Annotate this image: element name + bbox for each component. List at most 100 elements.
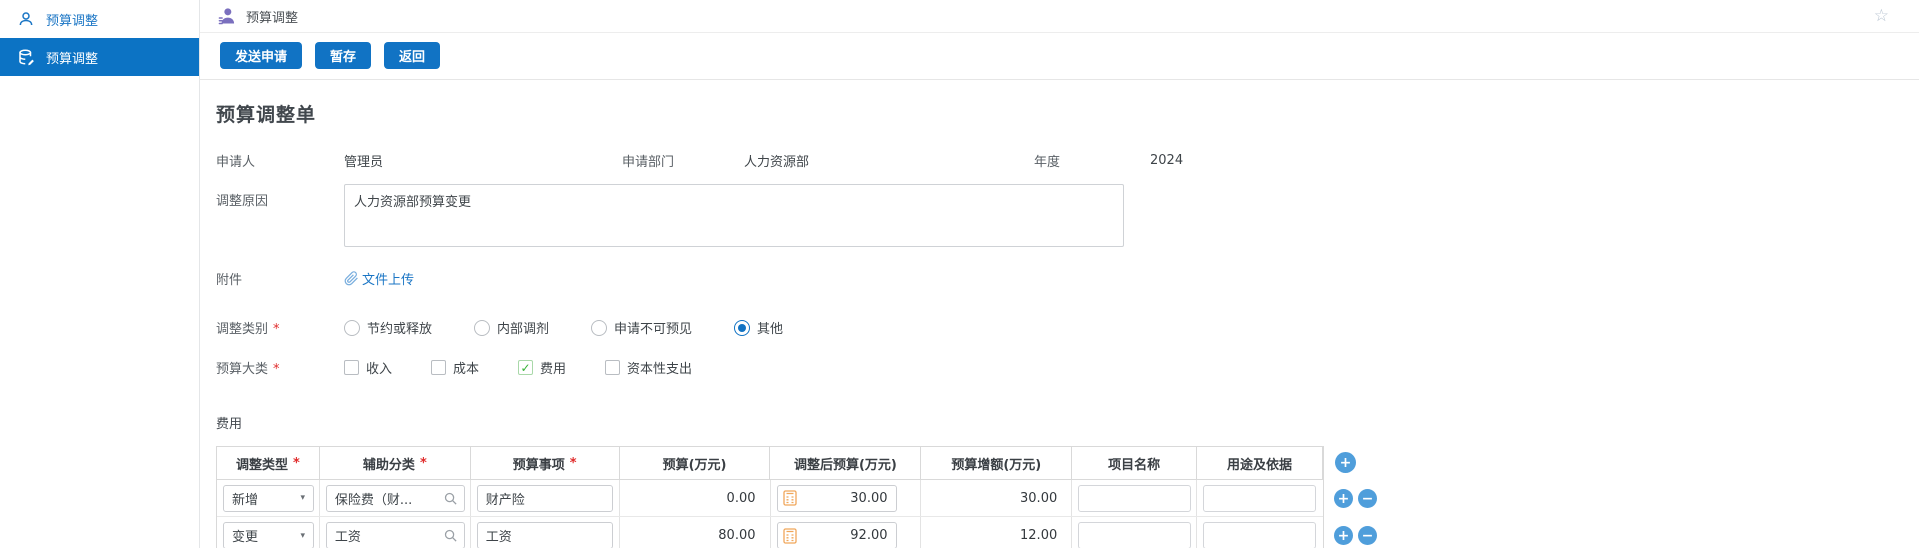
col-header-adjust-type: 调整类型* bbox=[217, 447, 320, 479]
adjusted-budget-field bbox=[777, 485, 897, 512]
purpose-input[interactable] bbox=[1204, 486, 1315, 511]
calculator-icon[interactable] bbox=[783, 528, 797, 544]
budget-cell: 0.00 bbox=[620, 480, 771, 516]
paperclip-icon bbox=[344, 271, 359, 286]
checkbox-option-capital-expenditure[interactable]: 资本性支出 bbox=[605, 358, 692, 377]
sidebar-item-budget-adjust-1[interactable]: 预算调整 bbox=[0, 0, 199, 38]
applicant-value: 管理员 bbox=[344, 151, 622, 170]
toolbar: 发送申请 暂存 返回 bbox=[200, 33, 1919, 80]
radio-label: 内部调剂 bbox=[497, 318, 549, 337]
increase-cell: 30.00 bbox=[921, 480, 1072, 516]
radio-icon bbox=[474, 320, 490, 336]
checkbox-icon bbox=[344, 360, 359, 375]
col-header-budget: 预算(万元) bbox=[620, 447, 771, 479]
adjust-category-row: 调整类别* 节约或释放 内部调剂 申请不可预见 其他 bbox=[216, 318, 1919, 337]
page: 预算调整 预算调整 bbox=[0, 0, 1919, 548]
project-name-input[interactable] bbox=[1079, 486, 1190, 511]
adjust-type-select[interactable]: 变更 ▾ bbox=[223, 522, 314, 548]
add-row-button[interactable]: + bbox=[1335, 452, 1356, 473]
table-header-row: 调整类型* 辅助分类* 预算事项* 预算(万元) 调整后预算(万元) 预算增额(… bbox=[217, 447, 1323, 480]
purpose-input[interactable] bbox=[1204, 523, 1315, 548]
chevron-down-icon: ▾ bbox=[300, 531, 305, 541]
year-label: 年度 bbox=[1034, 151, 1150, 170]
project-name-field bbox=[1078, 522, 1191, 548]
radio-label: 申请不可预见 bbox=[614, 318, 692, 337]
applicant-label: 申请人 bbox=[216, 151, 344, 170]
form-content: 预算调整单 申请人 管理员 申请部门 人力资源部 年度 2024 调整原因 人力… bbox=[200, 80, 1919, 548]
radio-label: 节约或释放 bbox=[367, 318, 432, 337]
row-remove-button[interactable]: − bbox=[1358, 489, 1377, 508]
save-draft-button[interactable]: 暂存 bbox=[315, 42, 371, 69]
checkbox-icon bbox=[605, 360, 620, 375]
file-upload-link[interactable]: 文件上传 bbox=[344, 269, 414, 288]
table-row: 新增 ▾ bbox=[217, 480, 1323, 517]
row-add-button[interactable]: + bbox=[1334, 489, 1353, 508]
purpose-field bbox=[1203, 522, 1316, 548]
aux-category-input[interactable] bbox=[335, 528, 443, 543]
col-header-adjusted-budget: 调整后预算(万元) bbox=[770, 447, 921, 479]
person-icon bbox=[217, 6, 237, 26]
aux-category-input[interactable] bbox=[335, 491, 443, 506]
checkbox-option-income[interactable]: 收入 bbox=[344, 358, 392, 377]
attachment-row: 附件 文件上传 bbox=[216, 269, 1919, 288]
col-header-project-name: 项目名称 bbox=[1072, 447, 1197, 479]
purpose-field bbox=[1203, 485, 1316, 512]
header-fields-row: 申请人 管理员 申请部门 人力资源部 年度 2024 bbox=[216, 151, 1919, 170]
form-title: 预算调整单 bbox=[216, 100, 1919, 127]
checkbox-option-expense[interactable]: ✓ 费用 bbox=[518, 358, 566, 377]
reason-textarea[interactable]: 人力资源部预算变更 bbox=[344, 184, 1124, 247]
required-mark: * bbox=[293, 456, 300, 471]
reason-row: 调整原因 人力资源部预算变更 bbox=[216, 184, 1919, 247]
budget-item-field bbox=[477, 485, 613, 512]
adjusted-budget-input[interactable] bbox=[801, 491, 888, 506]
adjust-type-select[interactable]: 新增 ▾ bbox=[223, 485, 314, 512]
col-header-aux-category: 辅助分类* bbox=[320, 447, 471, 479]
row-remove-button[interactable]: − bbox=[1358, 526, 1377, 545]
expense-table: 调整类型* 辅助分类* 预算事项* 预算(万元) 调整后预算(万元) 预算增额(… bbox=[216, 446, 1324, 548]
col-header-budget-item: 预算事项* bbox=[471, 447, 620, 479]
checkbox-label: 费用 bbox=[540, 358, 566, 377]
budget-item-field bbox=[477, 522, 613, 548]
budget-cell: 80.00 bbox=[620, 517, 771, 548]
required-mark: * bbox=[273, 362, 280, 377]
budget-item-input[interactable] bbox=[486, 491, 606, 506]
budget-data-icon bbox=[17, 48, 35, 66]
calculator-icon[interactable] bbox=[783, 490, 797, 506]
radio-option-internal-transfer[interactable]: 内部调剂 bbox=[474, 318, 549, 337]
checkbox-icon bbox=[431, 360, 446, 375]
expense-section-title: 费用 bbox=[216, 413, 1919, 432]
favorite-star-icon[interactable]: ☆ bbox=[1874, 8, 1889, 25]
sidebar-item-label: 预算调整 bbox=[46, 10, 98, 29]
radio-option-unforeseen[interactable]: 申请不可预见 bbox=[591, 318, 692, 337]
reason-label: 调整原因 bbox=[216, 184, 344, 209]
adjusted-budget-field bbox=[777, 522, 897, 548]
adjusted-budget-input[interactable] bbox=[801, 528, 888, 543]
required-mark: * bbox=[273, 322, 280, 337]
checkbox-label: 成本 bbox=[453, 358, 479, 377]
aux-category-field bbox=[326, 522, 465, 548]
send-request-button[interactable]: 发送申请 bbox=[220, 42, 302, 69]
radio-option-save-release[interactable]: 节约或释放 bbox=[344, 318, 432, 337]
back-button[interactable]: 返回 bbox=[384, 42, 440, 69]
checkbox-option-cost[interactable]: 成本 bbox=[431, 358, 479, 377]
required-mark: * bbox=[420, 456, 427, 471]
col-header-increase: 预算增额(万元) bbox=[921, 447, 1072, 479]
radio-option-other[interactable]: 其他 bbox=[734, 318, 783, 337]
aux-category-field bbox=[326, 485, 465, 512]
search-icon[interactable] bbox=[443, 528, 458, 543]
budget-item-input[interactable] bbox=[486, 528, 606, 543]
main-area: 预算调整 ☆ 发送申请 暂存 返回 预算调整单 申请人 管理员 申请部门 人力资… bbox=[200, 0, 1919, 548]
required-mark: * bbox=[570, 456, 577, 471]
search-icon[interactable] bbox=[443, 491, 458, 506]
expense-table-wrap: 调整类型* 辅助分类* 预算事项* 预算(万元) 调整后预算(万元) 预算增额(… bbox=[216, 446, 1919, 548]
adjust-category-label: 调整类别* bbox=[216, 318, 344, 337]
sidebar-item-budget-adjust-2[interactable]: 预算调整 bbox=[0, 38, 199, 76]
sidebar-item-label: 预算调整 bbox=[46, 48, 98, 67]
increase-cell: 12.00 bbox=[921, 517, 1072, 548]
year-value: 2024 bbox=[1150, 153, 1183, 168]
table-row: 变更 ▾ bbox=[217, 517, 1323, 548]
project-name-input[interactable] bbox=[1079, 523, 1190, 548]
radio-icon bbox=[591, 320, 607, 336]
row-add-button[interactable]: + bbox=[1334, 526, 1353, 545]
budget-class-label: 预算大类* bbox=[216, 358, 344, 377]
